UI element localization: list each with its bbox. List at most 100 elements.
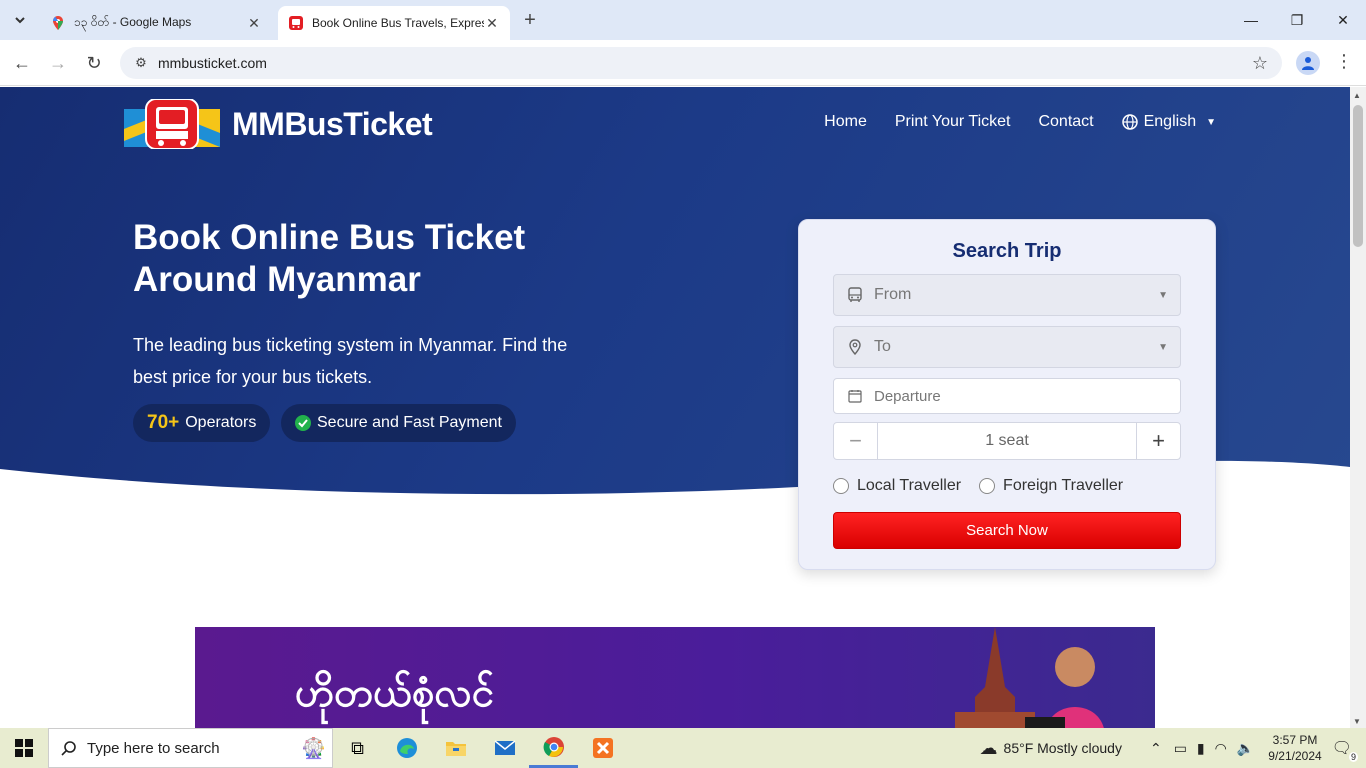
taskbar-search-placeholder: Type here to search bbox=[87, 739, 220, 757]
to-placeholder: To bbox=[874, 338, 891, 355]
chevron-up-icon[interactable]: ⌃ bbox=[1150, 740, 1162, 757]
bus-icon bbox=[846, 286, 864, 304]
notification-center-icon[interactable]: 🗨 9 bbox=[1332, 738, 1358, 762]
restore-button[interactable]: ❐ bbox=[1274, 0, 1320, 40]
notification-count: 9 bbox=[1348, 752, 1358, 762]
local-traveller-radio[interactable]: Local Traveller bbox=[833, 477, 961, 495]
operators-count: 70+ bbox=[147, 412, 180, 433]
globe-icon bbox=[1121, 114, 1138, 130]
tab-search-button[interactable] bbox=[8, 8, 32, 32]
caret-down-icon: ▼ bbox=[1206, 116, 1216, 128]
traveller-type: Local Traveller Foreign Traveller bbox=[833, 477, 1123, 495]
pagoda-illustration bbox=[955, 627, 1104, 728]
local-traveller-label: Local Traveller bbox=[857, 477, 962, 494]
brand-name: MMBusTicket bbox=[232, 105, 433, 142]
main-nav: Home Print Your Ticket Contact English ▼ bbox=[824, 113, 1216, 131]
operators-label: Operators bbox=[185, 414, 257, 431]
bus-logo-icon bbox=[124, 99, 220, 149]
xampp-icon[interactable] bbox=[578, 728, 627, 768]
tab-mmbusticket[interactable]: Book Online Bus Travels, Expres ✕ bbox=[278, 6, 510, 40]
new-tab-button[interactable]: + bbox=[518, 9, 542, 33]
minus-icon[interactable]: − bbox=[834, 423, 878, 459]
nav-home[interactable]: Home bbox=[824, 113, 867, 131]
scrollbar-thumb[interactable] bbox=[1353, 105, 1363, 247]
language-dropdown[interactable]: English ▼ bbox=[1121, 113, 1216, 131]
weather-cloud-icon[interactable]: ☁ bbox=[980, 738, 998, 759]
tab-title: ၁၃ ဝိတ် - Google Maps bbox=[74, 15, 192, 29]
clock-date: 9/21/2024 bbox=[1268, 749, 1322, 763]
clock-time: 3:57 PM bbox=[1272, 733, 1318, 747]
site-info-icon[interactable]: ⚙ bbox=[126, 55, 156, 71]
caret-down-icon: ▼ bbox=[1158, 341, 1168, 353]
map-pin-icon bbox=[846, 338, 864, 356]
language-label: English bbox=[1143, 113, 1197, 130]
hero-headline: Book Online Bus Ticket Around Myanmar bbox=[133, 217, 653, 301]
tab-title: Book Online Bus Travels, Expres bbox=[312, 16, 484, 30]
taskbar-search-box[interactable]: Type here to search 🎡 bbox=[48, 728, 333, 768]
nav-print-ticket[interactable]: Print Your Ticket bbox=[895, 113, 1011, 131]
from-placeholder: From bbox=[874, 286, 912, 303]
seat-count: 1 seat bbox=[985, 432, 1029, 449]
from-select[interactable]: From ▼ bbox=[833, 274, 1181, 316]
search-now-button[interactable]: Search Now bbox=[833, 512, 1181, 549]
profile-avatar-icon[interactable] bbox=[1296, 51, 1320, 75]
chrome-icon[interactable] bbox=[529, 728, 578, 768]
minimize-button[interactable]: — bbox=[1228, 0, 1274, 40]
google-maps-icon bbox=[53, 16, 63, 30]
mail-icon[interactable] bbox=[480, 728, 529, 768]
scroll-down-arrow-icon[interactable]: ▼ bbox=[1353, 717, 1361, 726]
file-explorer-icon[interactable] bbox=[431, 728, 480, 768]
foreign-traveller-label: Foreign Traveller bbox=[1003, 477, 1124, 494]
operators-badge: 70+ Operators bbox=[133, 404, 271, 442]
page-scrollbar[interactable]: ▲ ▼ bbox=[1350, 87, 1366, 728]
plus-icon[interactable]: + bbox=[1136, 423, 1180, 459]
site-logo[interactable]: MMBusTicket bbox=[124, 99, 433, 149]
browser-toolbar: ← → ↻ ⚙ mmbusticket.com ☆ ⋮ bbox=[0, 40, 1366, 86]
close-icon[interactable]: ✕ bbox=[484, 15, 500, 32]
search-icon bbox=[61, 741, 76, 756]
tab-google-maps[interactable]: ၁၃ ဝိတ် - Google Maps ✕ bbox=[40, 6, 272, 40]
chevron-down-icon bbox=[15, 17, 25, 24]
hotel-promo-banner[interactable]: ဟိုတယ်စုံလင် bbox=[195, 627, 1155, 728]
weather-text[interactable]: 85°F Mostly cloudy bbox=[1004, 740, 1122, 756]
person-icon bbox=[1302, 57, 1314, 70]
hero-subtitle: The leading bus ticketing system in Myan… bbox=[133, 335, 568, 387]
close-window-button[interactable]: ✕ bbox=[1320, 0, 1366, 40]
to-select[interactable]: To ▼ bbox=[833, 326, 1181, 368]
windows-start-icon[interactable] bbox=[0, 728, 48, 768]
calendar-icon bbox=[846, 387, 864, 405]
system-tray: ☁ 85°F Mostly cloudy ⌃ ▭ ▮ ◠ 🔈 3:57 PM 9… bbox=[980, 728, 1366, 768]
radio-circle[interactable] bbox=[833, 478, 849, 494]
nav-contact[interactable]: Contact bbox=[1038, 113, 1093, 131]
foreign-traveller-radio[interactable]: Foreign Traveller bbox=[979, 477, 1123, 495]
caret-down-icon: ▼ bbox=[1158, 289, 1168, 301]
address-bar[interactable]: ⚙ mmbusticket.com ☆ bbox=[120, 47, 1282, 79]
headline-line-1: Book Online Bus Ticket bbox=[133, 218, 526, 257]
check-circle-icon bbox=[295, 415, 311, 431]
taskbar-clock[interactable]: 3:57 PM 9/21/2024 bbox=[1268, 732, 1321, 764]
edge-browser-icon[interactable] bbox=[382, 728, 431, 768]
task-view-icon[interactable]: ⧉ bbox=[333, 728, 382, 768]
bookmark-star-icon[interactable]: ☆ bbox=[1252, 53, 1268, 74]
meet-now-icon[interactable]: ▭ bbox=[1174, 740, 1187, 757]
back-icon[interactable]: ← bbox=[9, 50, 35, 76]
wifi-icon[interactable]: ◠ bbox=[1215, 740, 1227, 757]
ferris-wheel-icon: 🎡 bbox=[301, 737, 326, 760]
seat-stepper: − 1 seat + bbox=[833, 422, 1181, 460]
radio-circle[interactable] bbox=[979, 478, 996, 494]
close-icon[interactable]: ✕ bbox=[246, 15, 262, 32]
payment-label: Secure and Fast Payment bbox=[317, 414, 502, 431]
search-trip-card: Search Trip From ▼ To ▼ Departure − 1 se… bbox=[798, 219, 1216, 570]
reload-icon[interactable]: ↻ bbox=[81, 50, 107, 76]
windows-taskbar: Type here to search 🎡 ⧉ ☁ 85°F Mostly cl… bbox=[0, 728, 1366, 768]
scroll-up-arrow-icon[interactable]: ▲ bbox=[1353, 91, 1361, 100]
volume-icon[interactable]: 🔈 bbox=[1237, 740, 1254, 757]
forward-icon[interactable]: → bbox=[45, 50, 71, 76]
url-text: mmbusticket.com bbox=[158, 55, 267, 71]
departure-date-input[interactable]: Departure bbox=[833, 378, 1181, 414]
search-card-title: Search Trip bbox=[952, 240, 1062, 262]
kebab-menu-icon[interactable]: ⋮ bbox=[1334, 51, 1354, 75]
battery-icon[interactable]: ▮ bbox=[1197, 740, 1205, 757]
banner-text: ဟိုတယ်စုံလင် bbox=[295, 671, 495, 715]
headline-line-2: Around Myanmar bbox=[133, 260, 421, 299]
